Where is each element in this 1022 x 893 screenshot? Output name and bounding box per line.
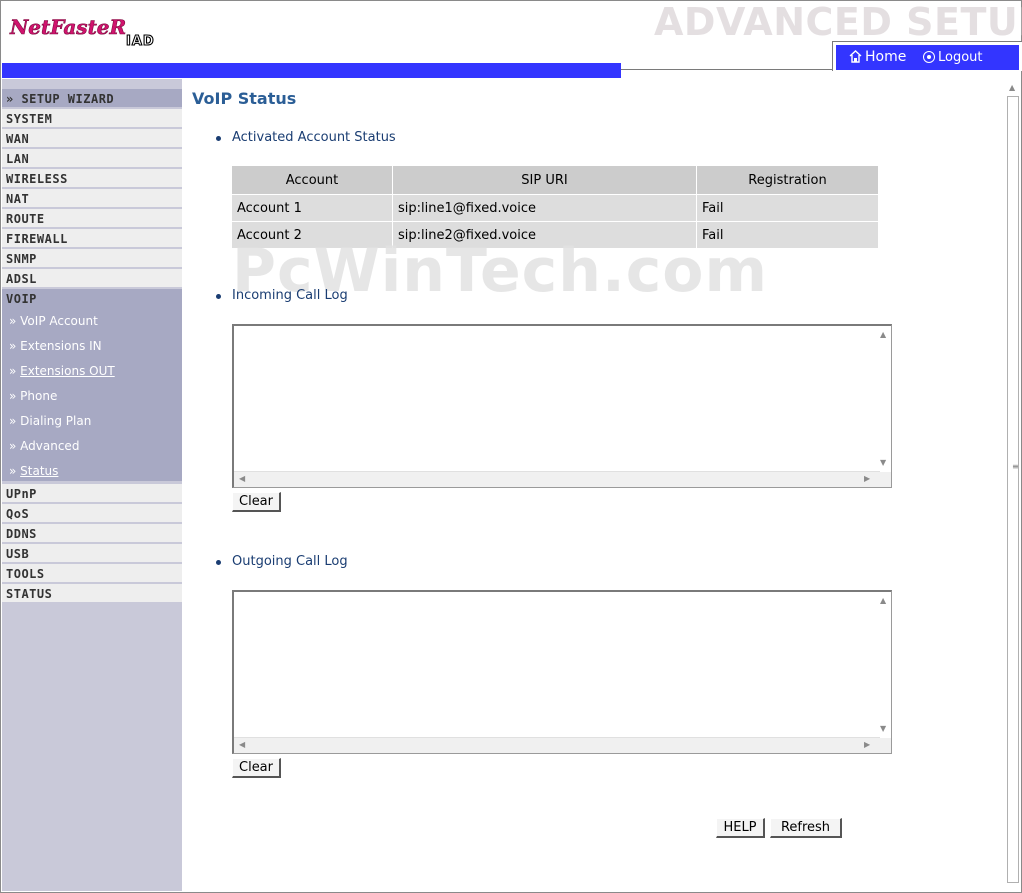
scroll-right-icon[interactable]: ▶: [864, 475, 870, 483]
incoming-call-log-heading: Incoming Call Log: [232, 288, 348, 303]
sidebar-item-snmp[interactable]: SNMP: [2, 249, 182, 268]
sidebar-item-status[interactable]: STATUS: [2, 584, 182, 603]
page-scroll-thumb[interactable]: ≡: [1007, 96, 1019, 883]
submenu-item-label: Dialing Plan: [20, 414, 92, 428]
table-cell-account: Account 1: [232, 194, 393, 222]
submenu-item-voip-account[interactable]: » VoIP Account: [9, 314, 98, 328]
submenu-item-label: Status: [20, 464, 59, 478]
page-scrollbar[interactable]: ▲ ≡: [1004, 79, 1021, 891]
scrollbar-corner: [877, 472, 891, 487]
sidebar-item-setup-wizard[interactable]: » SETUP WIZARD: [2, 89, 182, 108]
sidebar-item-upnp[interactable]: UPnP: [2, 484, 182, 503]
sidebar-item-nat[interactable]: NAT: [2, 189, 182, 208]
scroll-down-icon[interactable]: ▼: [880, 459, 886, 467]
scroll-up-icon[interactable]: ▲: [880, 331, 886, 339]
sidebar: » SETUP WIZARD SYSTEM WAN LAN WIRELESS N…: [2, 79, 182, 891]
submenu-item-dialing-plan[interactable]: » Dialing Plan: [9, 414, 91, 428]
outgoing-call-log-textarea[interactable]: ▲ ▼ ◀ ▶: [232, 590, 892, 754]
submenu-item-phone[interactable]: » Phone: [9, 389, 57, 403]
sidebar-item-route[interactable]: ROUTE: [2, 209, 182, 228]
table-cell-sip-uri: sip:line1@fixed.voice: [392, 194, 697, 222]
home-link-label[interactable]: Home: [865, 49, 906, 65]
svg-text:NetFasteR: NetFasteR: [9, 15, 126, 39]
clear-outgoing-button[interactable]: Clear: [232, 758, 281, 778]
vertical-scrollbar[interactable]: ▲ ▼: [877, 592, 891, 740]
submenu-item-extensions-in[interactable]: » Extensions IN: [9, 339, 102, 353]
horizontal-scrollbar[interactable]: ◀ ▶: [234, 471, 880, 487]
logout-link-label[interactable]: Logout: [938, 50, 983, 65]
svg-text:IAD: IAD: [126, 34, 155, 49]
vertical-scrollbar[interactable]: ▲ ▼: [877, 326, 891, 474]
logout-icon: [923, 51, 935, 63]
logout-link[interactable]: Logout: [920, 45, 1018, 70]
sidebar-item-wan[interactable]: WAN: [2, 129, 182, 148]
page-header-title: ADVANCED SETUP: [654, 0, 1022, 44]
table-row: Account 1 sip:line1@fixed.voice Fail: [232, 194, 879, 222]
column-header-sip-uri: SIP URI: [392, 166, 697, 195]
submenu-item-extensions-out[interactable]: » Extensions OUT: [9, 364, 115, 378]
top-nav-bar: Home Logout: [836, 45, 1019, 72]
outgoing-call-log-heading: Outgoing Call Log: [232, 554, 348, 569]
bullet-icon: [216, 294, 221, 299]
scroll-right-icon[interactable]: ▶: [864, 741, 870, 749]
sidebar-item-ddns[interactable]: DDNS: [2, 524, 182, 543]
submenu-item-label: Advanced: [20, 439, 80, 453]
scroll-left-icon[interactable]: ◀: [239, 741, 245, 749]
sidebar-item-lan[interactable]: LAN: [2, 149, 182, 168]
submenu-item-label: VoIP Account: [20, 314, 98, 328]
sidebar-item-voip[interactable]: VOIP: [2, 289, 182, 308]
sidebar-item-system[interactable]: SYSTEM: [2, 109, 182, 128]
sidebar-item-qos[interactable]: QoS: [2, 504, 182, 523]
sidebar-item-wireless[interactable]: WIRELESS: [2, 169, 182, 188]
page-scroll-up-icon[interactable]: ▲: [1009, 84, 1015, 92]
bullet-icon: [216, 136, 221, 141]
sidebar-item-usb[interactable]: USB: [2, 544, 182, 563]
activated-account-heading: Activated Account Status: [232, 130, 396, 145]
voip-submenu: » VoIP Account » Extensions IN » Extensi…: [2, 307, 182, 481]
page-title: VoIP Status: [192, 89, 297, 108]
top-nav: Home Logout: [832, 41, 1022, 72]
refresh-button[interactable]: Refresh: [770, 818, 842, 838]
bullet-icon: [216, 560, 221, 565]
horizontal-scrollbar[interactable]: ◀ ▶: [234, 737, 880, 753]
home-link[interactable]: Home: [839, 45, 919, 72]
scroll-grip-icon: ≡: [1012, 462, 1019, 471]
scrollbar-corner: [877, 738, 891, 753]
sidebar-item-tools[interactable]: TOOLS: [2, 564, 182, 583]
submenu-item-label: Extensions OUT: [20, 364, 115, 378]
incoming-call-log-textarea[interactable]: ▲ ▼ ◀ ▶: [232, 324, 892, 488]
scroll-down-icon[interactable]: ▼: [880, 725, 886, 733]
clear-incoming-button[interactable]: Clear: [232, 492, 281, 512]
column-header-account: Account: [232, 166, 393, 195]
table-header-row: Account SIP URI Registration: [232, 166, 879, 195]
scroll-up-icon[interactable]: ▲: [880, 597, 886, 605]
sidebar-item-firewall[interactable]: FIREWALL: [2, 229, 182, 248]
submenu-item-label: Extensions IN: [20, 339, 102, 353]
table-cell-registration: Fail: [696, 194, 879, 222]
help-button[interactable]: HELP: [716, 818, 765, 838]
header-accent-bar: [2, 63, 621, 78]
netfaster-logo: NetFasteR IAD: [9, 15, 155, 50]
home-icon: [849, 50, 862, 63]
column-header-registration: Registration: [696, 166, 879, 195]
submenu-item-label: Phone: [20, 389, 58, 403]
sidebar-item-adsl[interactable]: ADSL: [2, 269, 182, 288]
submenu-item-advanced[interactable]: » Advanced: [9, 439, 79, 453]
scroll-left-icon[interactable]: ◀: [239, 475, 245, 483]
submenu-item-status[interactable]: » Status: [9, 464, 58, 478]
